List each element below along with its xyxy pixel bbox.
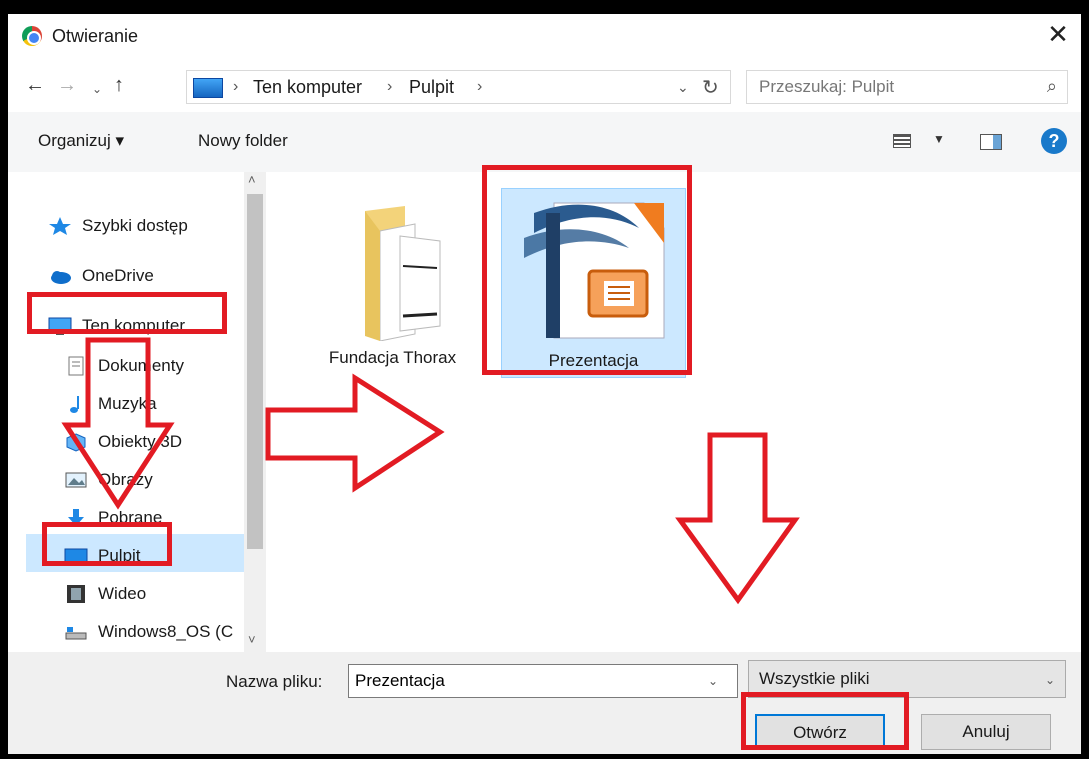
forward-button[interactable]: → [54,74,80,97]
file-list: Fundacja Thorax Prezentacja [268,172,1081,652]
search-box: ⌕ [746,70,1068,104]
organize-button[interactable]: Organizuj ▾ [38,131,124,151]
back-button[interactable]: ← [22,74,48,97]
close-button[interactable]: ✕ [1035,14,1081,54]
breadcrumb-pulpit[interactable]: Pulpit [409,77,454,98]
presentation-file-icon [524,202,665,339]
music-icon [70,396,79,413]
computer-icon [193,78,223,98]
download-icon [68,509,84,526]
title-bar: Otwieranie ✕ [8,14,1081,62]
refresh-button[interactable]: ↻ [702,75,719,100]
file-item-folder[interactable]: Fundacja Thorax [300,186,485,376]
open-button[interactable]: Otwórz [755,714,885,750]
computer-icon [48,317,72,335]
filetype-select[interactable]: Wszystkie pliki ⌄ [748,660,1066,698]
navigation-pane: Szybki dostęp OneDrive Ten komputer Doku… [8,172,268,652]
drive-icon [65,627,87,640]
video-icon [67,585,85,603]
file-name: Prezentacja [548,351,639,370]
documents-icon [68,356,84,376]
dialog-footer: Nazwa pliku: ⌄ Wszystkie pliki ⌄ Otwórz … [8,652,1081,754]
help-icon[interactable]: ? [1041,128,1067,154]
filetype-label: Wszystkie pliki [759,669,870,688]
scrollbar-thumb[interactable] [247,194,263,549]
sidebar-item-label: OneDrive [82,266,154,285]
address-bar[interactable]: › Ten komputer › Pulpit › ⌄ ↻ [186,70,731,104]
breadcrumb-separator: › [233,78,239,95]
sidebar-item-label: Obiekty 3D [98,432,183,451]
cube-icon [66,433,86,452]
sidebar-item-label: Windows8_OS (C [98,622,234,641]
navigation-row: ← → ⌄ ↑ › Ten komputer › Pulpit › ⌄ ↻ ⌕ [8,62,1081,112]
file-name: Fundacja Thorax [328,348,457,367]
scroll-down-icon[interactable]: ˅ [248,632,256,647]
search-input[interactable] [747,71,1027,103]
new-folder-button[interactable]: Nowy folder [198,131,288,151]
breadcrumb-separator: › [477,78,483,95]
preview-pane-icon[interactable] [980,134,1002,150]
sidebar-item-label: Obrazy [98,470,153,489]
view-options-dropdown[interactable]: ▼ [933,132,945,146]
sidebar-item-label: Wideo [98,584,147,603]
chevron-down-icon: ⌄ [1044,673,1055,687]
toolbar: Organizuj ▾ Nowy folder ▼ ? [8,112,1081,172]
desktop-icon [64,548,88,564]
sidebar-item-label: Szybki dostęp [82,216,188,235]
star-icon [49,217,71,235]
sidebar-item-label: Ten komputer [82,316,185,335]
cloud-icon [51,271,71,284]
sidebar-item-label: Dokumenty [98,356,184,375]
file-item-presentation[interactable]: Prezentacja [501,188,686,378]
sidebar-item-label: Muzyka [98,394,157,413]
breadcrumb-ten-komputer[interactable]: Ten komputer [253,77,362,98]
filename-input[interactable] [348,664,738,698]
window-title: Otwieranie [52,26,139,46]
change-view-icon[interactable] [893,134,911,148]
scroll-up-icon[interactable]: ˄ [248,172,256,187]
search-icon[interactable]: ⌕ [1047,76,1057,97]
cancel-button[interactable]: Anuluj [921,714,1051,750]
up-button[interactable]: ↑ [106,74,132,97]
folder-icon [365,206,441,341]
sidebar-item-label: Pulpit [98,546,141,565]
address-dropdown-icon[interactable]: ⌄ [677,79,689,96]
sidebar-scrollbar[interactable]: ˄ ˅ [244,172,266,652]
breadcrumb-separator: › [387,78,393,95]
filename-label: Nazwa pliku: [226,672,323,691]
sidebar-item-label: Pobrane [98,508,163,527]
chrome-icon [22,26,42,46]
filename-dropdown-icon[interactable]: ⌄ [708,674,718,688]
open-file-dialog: Otwieranie ✕ ← → ⌄ ↑ › Ten komputer › Pu… [8,14,1081,754]
pictures-icon [65,472,87,488]
